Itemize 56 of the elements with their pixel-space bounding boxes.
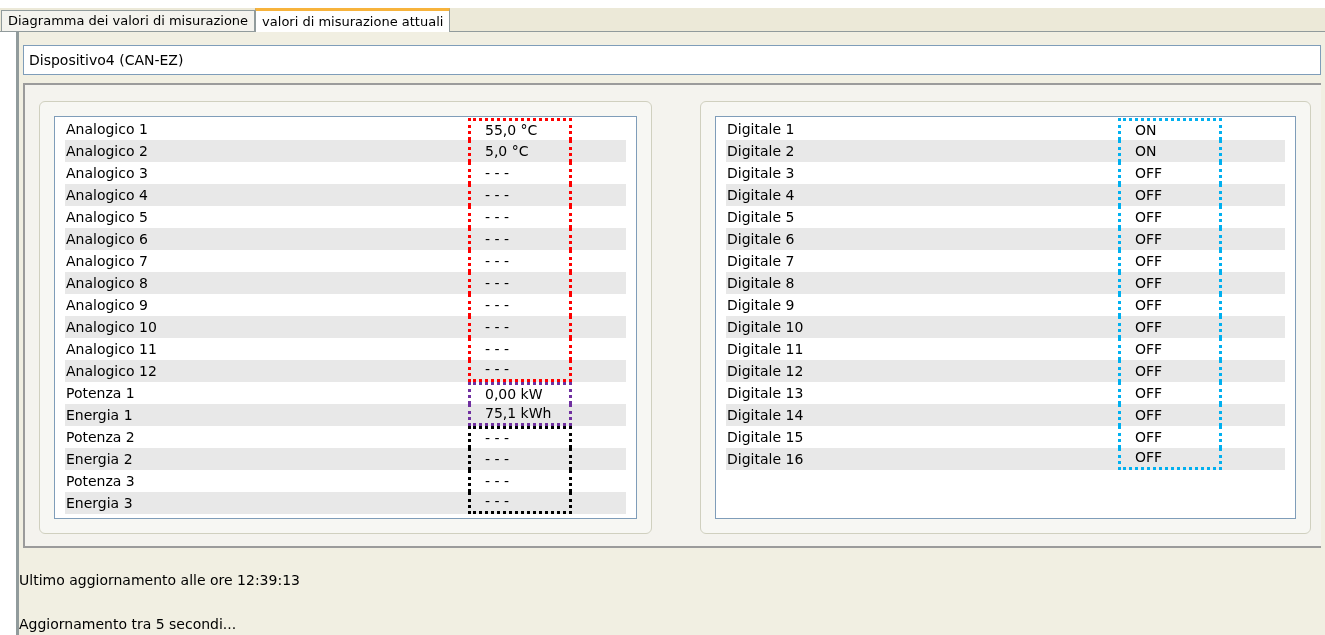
last-update-text: Ultimo aggiornamento alle ore 12:39:13	[19, 571, 301, 590]
channel-value: OFF	[1118, 228, 1222, 250]
channel-value: OFF	[1118, 404, 1222, 426]
channel-name: Digitale 1	[726, 119, 796, 139]
channel-name: Analogico 11	[65, 339, 158, 359]
channel-name: Digitale 2	[726, 141, 796, 161]
tab[interactable]: Diagramma dei valori di misurazione	[1, 10, 256, 31]
next-update-text: Aggiornamento tra 5 secondi...	[19, 615, 238, 634]
channel-name: Digitale 3	[726, 163, 796, 183]
channel-name: Analogico 9	[65, 295, 149, 315]
channel-name: Digitale 9	[726, 295, 796, 315]
channel-value: OFF	[1118, 272, 1222, 294]
channel-name: Analogico 5	[65, 207, 149, 227]
channel-name: Digitale 12	[726, 361, 805, 381]
channel-name: Analogico 6	[65, 229, 149, 249]
channel-name: Analogico 4	[65, 185, 149, 205]
channel-value: - - -	[468, 360, 572, 382]
channel-value: 5,0 °C	[468, 140, 572, 162]
channel-name: Digitale 8	[726, 273, 796, 293]
channel-name: Digitale 15	[726, 427, 805, 447]
channel-name: Energia 1	[65, 405, 134, 425]
channel-value: - - -	[468, 272, 572, 294]
channel-name: Analogico 12	[65, 361, 158, 381]
channel-name: Digitale 11	[726, 339, 805, 359]
channel-value: - - -	[468, 492, 572, 514]
channel-name: Digitale 4	[726, 185, 796, 205]
channel-name: Potenza 1	[65, 383, 136, 403]
channel-name: Digitale 16	[726, 449, 805, 469]
channel-name: Digitale 10	[726, 317, 805, 337]
channel-name: Analogico 1	[65, 119, 149, 139]
channel-name: Potenza 3	[65, 471, 136, 491]
channel-name: Energia 2	[65, 449, 134, 469]
channel-name: Analogico 7	[65, 251, 149, 271]
channel-name: Analogico 8	[65, 273, 149, 293]
channel-name: Analogico 2	[65, 141, 149, 161]
channel-value: - - -	[468, 228, 572, 250]
channel-value: - - -	[468, 316, 572, 338]
channel-value: - - -	[468, 448, 572, 470]
channel-value: ON	[1118, 140, 1222, 162]
channel-name: Potenza 2	[65, 427, 136, 447]
channel-value: OFF	[1118, 184, 1222, 206]
channel-name: Digitale 14	[726, 405, 805, 425]
channel-name: Digitale 13	[726, 383, 805, 403]
channel-name: Energia 3	[65, 493, 134, 513]
channel-value: OFF	[1118, 316, 1222, 338]
channel-name: Analogico 3	[65, 163, 149, 183]
channel-value: OFF	[1118, 448, 1222, 470]
device-field[interactable]: Dispositivo4 (CAN-EZ)	[23, 45, 1321, 75]
channel-name: Digitale 7	[726, 251, 796, 271]
channel-name: Analogico 10	[65, 317, 158, 337]
tab[interactable]: valori di misurazione attuali	[255, 8, 451, 32]
channel-name: Digitale 6	[726, 229, 796, 249]
channel-name: Digitale 5	[726, 207, 796, 227]
channel-value: 75,1 kWh	[468, 404, 572, 426]
channel-value: OFF	[1118, 360, 1222, 382]
channel-value: - - -	[468, 184, 572, 206]
